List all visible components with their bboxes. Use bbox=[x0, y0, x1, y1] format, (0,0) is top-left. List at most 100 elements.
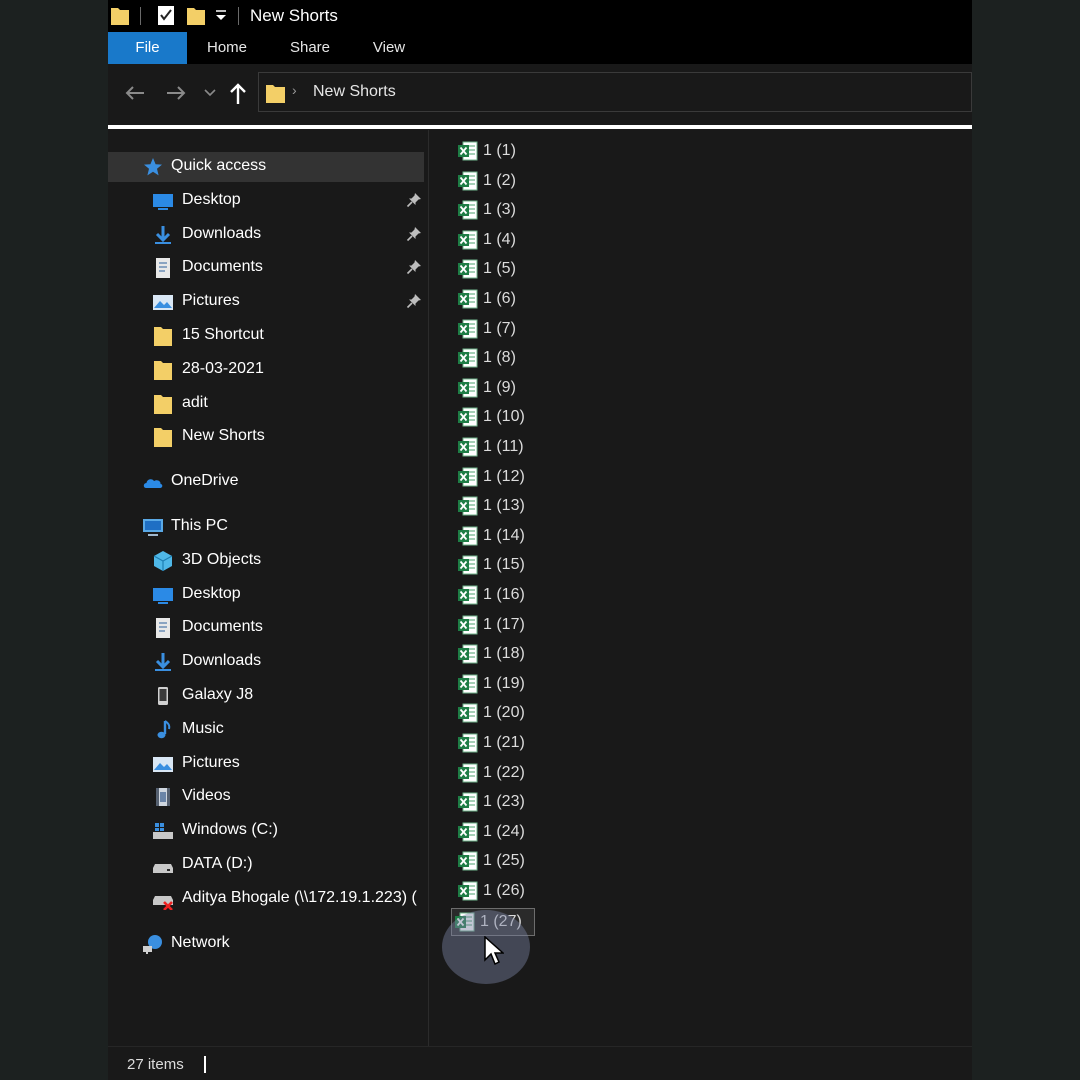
file-item[interactable]: 1 (5) bbox=[455, 256, 535, 282]
nav-item-label: 3D Objects bbox=[182, 550, 262, 568]
file-name: 1 (25) bbox=[483, 852, 525, 870]
file-name: 1 (12) bbox=[483, 467, 525, 485]
nav-item-music[interactable]: Music bbox=[108, 715, 428, 745]
excel-file-icon bbox=[457, 495, 479, 522]
nav-item-network[interactable]: Network bbox=[108, 929, 428, 959]
status-bar: 27 items bbox=[108, 1046, 972, 1080]
file-item[interactable]: 1 (14) bbox=[455, 523, 535, 549]
folder-icon bbox=[152, 426, 174, 448]
folder-icon bbox=[152, 359, 174, 381]
excel-file-icon bbox=[457, 406, 479, 433]
nav-item-downloads[interactable]: Downloads bbox=[108, 220, 428, 250]
file-name: 1 (24) bbox=[483, 822, 525, 840]
file-name: 1 (6) bbox=[483, 290, 516, 307]
nav-item-label: Documents bbox=[182, 258, 263, 276]
up-arrow-icon[interactable] bbox=[228, 82, 248, 106]
separator bbox=[238, 7, 239, 25]
file-item[interactable]: 1 (7) bbox=[455, 316, 535, 342]
tab-home[interactable]: Home bbox=[192, 32, 262, 64]
customize-quick-access-icon[interactable] bbox=[214, 9, 228, 23]
nav-item-15-shortcut[interactable]: 15 Shortcut bbox=[108, 321, 428, 351]
nav-item-this-pc[interactable]: This PC bbox=[108, 512, 428, 542]
nav-item-label: Network bbox=[171, 933, 230, 951]
file-name: 1 (13) bbox=[483, 497, 525, 515]
nav-item-label: 15 Shortcut bbox=[182, 326, 264, 343]
nav-item-aditya-bhogale-172-19-1-223[interactable]: Aditya Bhogale (\\172.19.1.223) ( bbox=[108, 884, 428, 914]
phone-icon bbox=[152, 685, 174, 707]
excel-file-icon bbox=[457, 525, 479, 552]
nav-item-desktop[interactable]: Desktop bbox=[108, 186, 428, 216]
excel-file-icon bbox=[457, 229, 479, 256]
file-item[interactable]: 1 (17) bbox=[455, 612, 535, 638]
nav-item-3d-objects[interactable]: 3D Objects bbox=[108, 546, 428, 576]
file-name: 1 (1) bbox=[483, 142, 516, 159]
file-item[interactable]: 1 (25) bbox=[455, 848, 535, 874]
file-name: 1 (3) bbox=[483, 201, 516, 219]
file-item[interactable]: 1 (6) bbox=[455, 286, 535, 312]
file-item[interactable]: 1 (21) bbox=[455, 730, 535, 756]
folder-icon bbox=[152, 393, 174, 415]
tab-share[interactable]: Share bbox=[276, 32, 344, 64]
windows-drive-icon bbox=[152, 820, 174, 842]
file-name: 1 (19) bbox=[483, 674, 525, 692]
nav-item-onedrive[interactable]: OneDrive bbox=[108, 467, 428, 497]
nav-item-new-shorts[interactable]: New Shorts bbox=[108, 422, 428, 452]
nav-item-28-03-2021[interactable]: 28-03-2021 bbox=[108, 355, 428, 385]
downloads-icon bbox=[152, 651, 174, 673]
tab-file[interactable]: File bbox=[108, 32, 187, 64]
nav-item-label: Downloads bbox=[182, 224, 262, 242]
nav-item-label: Downloads bbox=[182, 652, 262, 670]
nav-item-label: Music bbox=[182, 719, 224, 737]
file-explorer-window: New Shorts File Home Share View › New Sh… bbox=[108, 0, 972, 1080]
pin-icon bbox=[406, 226, 422, 247]
excel-file-icon bbox=[457, 258, 479, 285]
file-item[interactable]: 1 (3) bbox=[455, 197, 535, 223]
nav-item-galaxy-j8[interactable]: Galaxy J8 bbox=[108, 681, 428, 711]
file-item[interactable]: 1 (8) bbox=[455, 345, 535, 371]
nav-item-label: Pictures bbox=[182, 292, 240, 310]
address-bar[interactable]: › New Shorts bbox=[258, 72, 972, 112]
nav-item-pictures[interactable]: Pictures bbox=[108, 749, 428, 779]
nav-item-quick-access[interactable]: Quick access bbox=[108, 152, 424, 182]
excel-file-icon bbox=[457, 821, 479, 848]
file-item[interactable]: 1 (4) bbox=[455, 227, 535, 253]
file-item[interactable]: 1 (10) bbox=[455, 404, 535, 430]
file-item[interactable]: 1 (24) bbox=[455, 819, 535, 845]
excel-file-icon bbox=[457, 347, 479, 374]
file-item[interactable]: 1 (11) bbox=[455, 434, 535, 460]
nav-item-documents[interactable]: Documents bbox=[108, 253, 428, 283]
file-item[interactable]: 1 (12) bbox=[455, 464, 535, 490]
file-name: 1 (14) bbox=[483, 526, 525, 544]
nav-item-pictures[interactable]: Pictures bbox=[108, 287, 428, 317]
properties-icon[interactable] bbox=[156, 4, 176, 26]
file-item[interactable]: 1 (9) bbox=[455, 375, 535, 401]
nav-item-label: 28-03-2021 bbox=[182, 359, 264, 377]
nav-item-adit[interactable]: adit bbox=[108, 389, 428, 419]
forward-arrow-icon[interactable] bbox=[165, 84, 187, 102]
file-item[interactable]: 1 (2) bbox=[455, 168, 535, 194]
nav-item-videos[interactable]: Videos bbox=[108, 782, 428, 812]
nav-item-documents[interactable]: Documents bbox=[108, 613, 428, 643]
recent-locations-chevron-down-icon[interactable] bbox=[204, 89, 216, 97]
nav-item-data-d[interactable]: DATA (D:) bbox=[108, 850, 428, 880]
file-item[interactable]: 1 (19) bbox=[455, 671, 535, 697]
file-item[interactable]: 1 (16) bbox=[455, 582, 535, 608]
file-item[interactable]: 1 (26) bbox=[455, 878, 535, 904]
documents-icon bbox=[152, 257, 174, 279]
file-item[interactable]: 1 (18) bbox=[455, 641, 535, 667]
nav-item-windows-c[interactable]: Windows (C:) bbox=[108, 816, 428, 846]
nav-item-downloads[interactable]: Downloads bbox=[108, 647, 428, 677]
excel-file-icon bbox=[457, 643, 479, 670]
file-item[interactable]: 1 (13) bbox=[455, 493, 535, 519]
file-item[interactable]: 1 (15) bbox=[455, 552, 535, 578]
file-item[interactable]: 1 (1) bbox=[455, 138, 535, 164]
file-item[interactable]: 1 (22) bbox=[455, 760, 535, 786]
file-item[interactable]: 1 (20) bbox=[455, 700, 535, 726]
nav-item-desktop[interactable]: Desktop bbox=[108, 580, 428, 610]
tab-view[interactable]: View bbox=[358, 32, 420, 64]
videos-icon bbox=[152, 786, 174, 808]
file-item[interactable]: 1 (23) bbox=[455, 789, 535, 815]
new-folder-icon[interactable] bbox=[186, 4, 206, 26]
back-arrow-icon[interactable] bbox=[124, 84, 146, 102]
breadcrumb-current-folder[interactable]: New Shorts bbox=[313, 83, 396, 101]
